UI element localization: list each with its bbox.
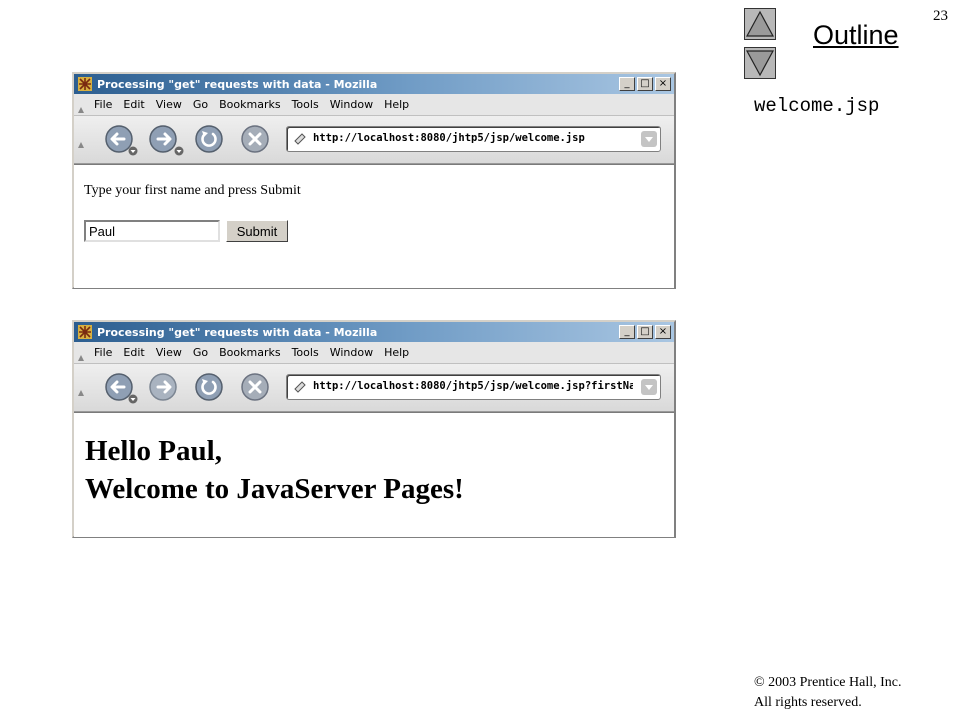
reload-icon[interactable] — [194, 372, 224, 402]
chevron-down-icon — [645, 137, 653, 142]
maximize-button[interactable]: □ — [637, 77, 653, 91]
file-name: welcome.jsp — [754, 95, 880, 117]
window-title: Processing "get" requests with data - Mo… — [97, 77, 378, 91]
next-slide-button[interactable] — [744, 47, 776, 79]
stop-icon[interactable] — [240, 124, 270, 154]
mozilla-icon — [78, 77, 92, 91]
minimize-button[interactable]: _ — [619, 77, 635, 91]
close-button[interactable]: × — [655, 325, 671, 339]
menu-bar: File Edit View Go Bookmarks Tools Window… — [74, 94, 674, 116]
url-dropdown-button[interactable] — [641, 131, 657, 147]
submit-button[interactable]: Submit — [226, 220, 288, 242]
menu-tools[interactable]: Tools — [292, 98, 319, 111]
menu-help[interactable]: Help — [384, 346, 409, 359]
close-button[interactable]: × — [655, 77, 671, 91]
maximize-button[interactable]: □ — [637, 325, 653, 339]
window-title: Processing "get" requests with data - Mo… — [97, 325, 378, 339]
window-controls: _ □ × — [619, 325, 671, 339]
back-dropdown-icon[interactable] — [128, 146, 138, 156]
window-titlebar[interactable]: Processing "get" requests with data - Mo… — [74, 322, 674, 342]
toolbar-grip-icon[interactable] — [78, 132, 84, 148]
stop-icon[interactable] — [240, 372, 270, 402]
menu-file[interactable]: File — [94, 98, 112, 111]
url-text: http://localhost:8080/jhtp5/jsp/welcome.… — [313, 132, 585, 144]
back-dropdown-icon[interactable] — [128, 394, 138, 404]
url-bar[interactable]: http://localhost:8080/jhtp5/jsp/welcome.… — [286, 374, 661, 400]
url-bar[interactable]: http://localhost:8080/jhtp5/jsp/welcome.… — [286, 126, 661, 152]
page-link-icon — [294, 381, 306, 393]
window-controls: _ □ × — [619, 77, 671, 91]
triangle-down-icon — [745, 50, 775, 77]
browser-window-result: Processing "get" requests with data - Mo… — [72, 320, 676, 538]
forward-arrow-icon[interactable] — [148, 372, 178, 402]
previous-slide-button[interactable] — [744, 8, 776, 40]
reload-icon[interactable] — [194, 124, 224, 154]
menu-help[interactable]: Help — [384, 98, 409, 111]
menu-window[interactable]: Window — [330, 346, 373, 359]
toolbar-grip-icon[interactable] — [78, 345, 84, 361]
toolbar-grip-icon[interactable] — [78, 97, 84, 113]
url-dropdown-button[interactable] — [641, 379, 657, 395]
window-titlebar[interactable]: Processing "get" requests with data - Mo… — [74, 74, 674, 94]
browser-window-form: Processing "get" requests with data - Mo… — [72, 72, 676, 289]
greeting-line-2: Welcome to JavaServer Pages! — [85, 473, 464, 505]
outline-link[interactable]: Outline — [813, 20, 899, 51]
url-text: http://localhost:8080/jhtp5/jsp/welcome.… — [313, 380, 633, 392]
forward-dropdown-icon[interactable] — [174, 146, 184, 156]
menu-file[interactable]: File — [94, 346, 112, 359]
page-number: 23 — [933, 8, 948, 24]
menu-window[interactable]: Window — [330, 98, 373, 111]
greeting-line-1: Hello Paul, — [85, 435, 222, 467]
menu-tools[interactable]: Tools — [292, 346, 319, 359]
prompt-text: Type your first name and press Submit — [84, 183, 301, 198]
chevron-down-icon — [645, 385, 653, 390]
menu-go[interactable]: Go — [193, 346, 208, 359]
minimize-button[interactable]: _ — [619, 325, 635, 339]
menu-view[interactable]: View — [156, 346, 182, 359]
menu-edit[interactable]: Edit — [123, 98, 144, 111]
menu-edit[interactable]: Edit — [123, 346, 144, 359]
toolbar-grip-icon[interactable] — [78, 380, 84, 396]
menu-bar: File Edit View Go Bookmarks Tools Window… — [74, 342, 674, 364]
menu-bookmarks[interactable]: Bookmarks — [219, 98, 280, 111]
navigation-toolbar: http://localhost:8080/jhtp5/jsp/welcome.… — [74, 364, 674, 412]
triangle-up-icon — [745, 10, 775, 37]
copyright: © 2003 Prentice Hall, Inc. All rights re… — [754, 673, 902, 713]
page-link-icon — [294, 133, 306, 145]
navigation-toolbar: http://localhost:8080/jhtp5/jsp/welcome.… — [74, 116, 674, 164]
page-content: Type your first name and press Submit Su… — [74, 164, 674, 288]
menu-view[interactable]: View — [156, 98, 182, 111]
menu-bookmarks[interactable]: Bookmarks — [219, 346, 280, 359]
copyright-line-2: All rights reserved. — [754, 695, 862, 710]
menu-go[interactable]: Go — [193, 98, 208, 111]
copyright-line-1: © 2003 Prentice Hall, Inc. — [754, 675, 902, 690]
mozilla-icon — [78, 325, 92, 339]
page-content: Hello Paul, Welcome to JavaServer Pages! — [74, 412, 674, 537]
first-name-input[interactable] — [84, 220, 220, 242]
